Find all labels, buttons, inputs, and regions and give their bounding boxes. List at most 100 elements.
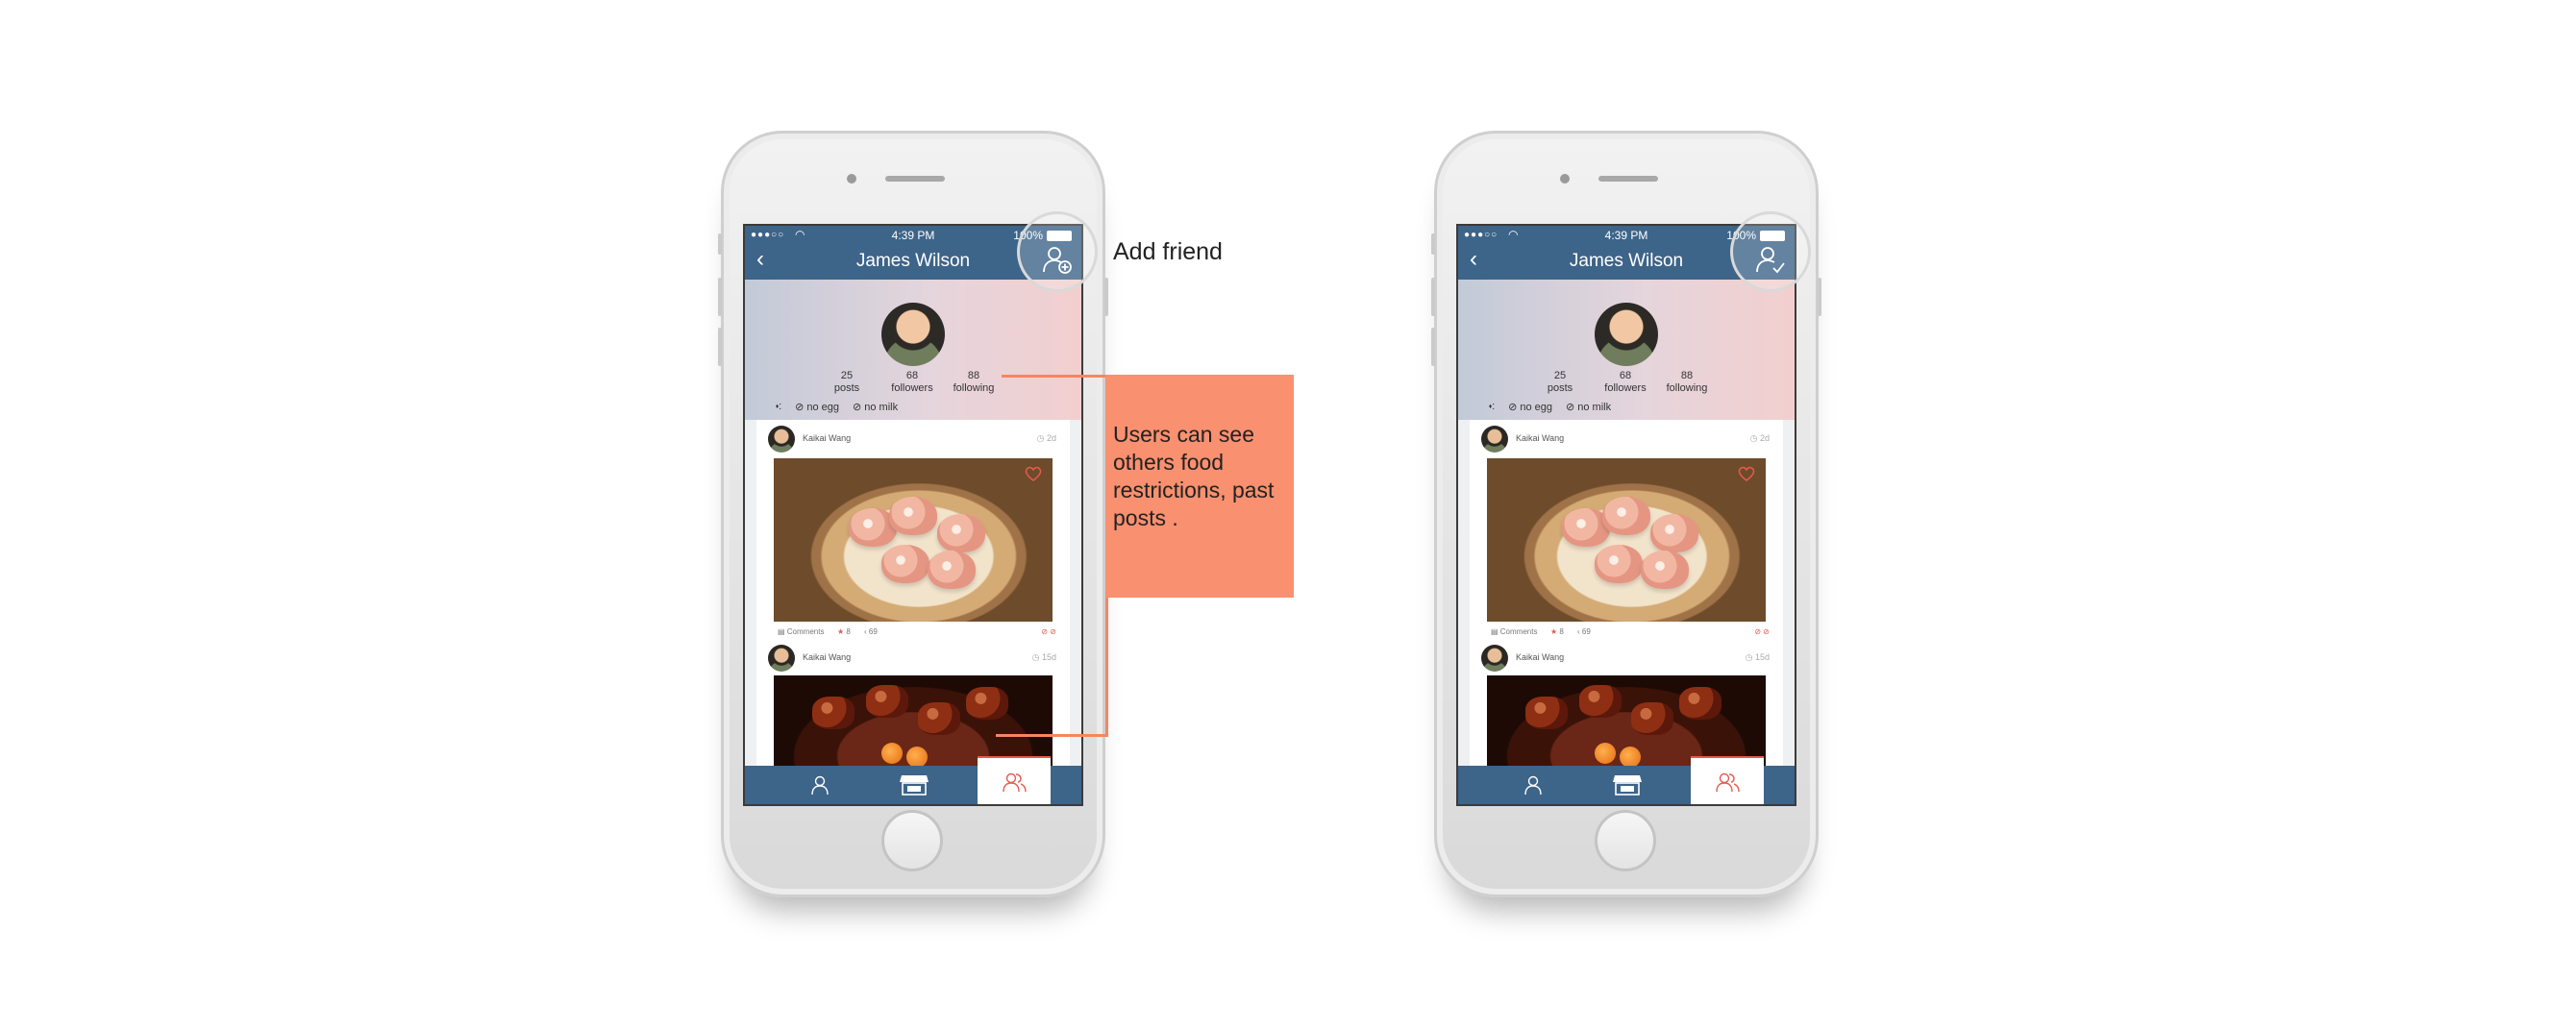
post-restriction-icons: ⊘ ⊘ bbox=[1754, 627, 1770, 636]
comments-button[interactable]: ▤ Comments bbox=[1491, 627, 1537, 636]
stat-posts[interactable]: 25 posts bbox=[818, 370, 876, 395]
volume-down-button bbox=[718, 328, 722, 366]
pork-chunk bbox=[812, 697, 855, 729]
stat-following-label: following bbox=[1666, 382, 1708, 394]
restriction-item: ⊘ no milk bbox=[1566, 401, 1611, 413]
author-avatar[interactable] bbox=[768, 645, 795, 672]
shares-text: 69 bbox=[1581, 627, 1591, 636]
comments-button[interactable]: ▤ Comments bbox=[778, 627, 824, 636]
earpiece-speaker bbox=[1598, 176, 1658, 182]
orange-garnish bbox=[906, 747, 928, 766]
home-button[interactable] bbox=[1595, 810, 1656, 871]
tab-bar bbox=[745, 756, 1081, 804]
likes-count[interactable]: ★ 8 bbox=[1550, 627, 1564, 636]
stat-posts-count: 25 bbox=[1553, 370, 1567, 381]
restriction-label: no egg bbox=[1520, 402, 1553, 413]
annotation-leader-line bbox=[1105, 598, 1108, 736]
post-age: ◷ 2d bbox=[1036, 433, 1056, 443]
dumpling bbox=[1595, 545, 1643, 583]
friends-tab[interactable] bbox=[978, 756, 1051, 804]
profile-header: 25 posts 68 followers 88 following ⬪: ⊘ n… bbox=[1458, 280, 1795, 420]
post-age: ◷ 15d bbox=[1031, 652, 1056, 662]
post-photo[interactable] bbox=[1487, 675, 1766, 766]
likes-text: 8 bbox=[1559, 627, 1564, 636]
orange-garnish bbox=[881, 743, 903, 764]
post-photo[interactable] bbox=[1487, 458, 1766, 622]
no-egg-icon: ⊘ bbox=[795, 402, 805, 413]
friends-icon bbox=[1003, 772, 1027, 793]
friends-tab[interactable] bbox=[1691, 756, 1764, 804]
power-button bbox=[1104, 278, 1108, 316]
post-header: Kaikai Wang ◷ 15d bbox=[756, 639, 1070, 674]
store-icon bbox=[900, 775, 929, 796]
profile-tab[interactable] bbox=[783, 766, 856, 804]
post-header: Kaikai Wang ◷ 15d bbox=[1470, 639, 1783, 674]
app-screen: ●●●○○ ◠ 4:39 PM 100% ‹ James Wilson 25 p… bbox=[1456, 224, 1796, 806]
post-author[interactable]: Kaikai Wang bbox=[1516, 433, 1564, 443]
pork-chunk bbox=[1579, 685, 1622, 718]
store-tab[interactable] bbox=[1591, 766, 1664, 804]
volume-up-button bbox=[1431, 278, 1435, 316]
post-age-text: 15d bbox=[1754, 652, 1770, 662]
restriction-item: ⊘ no milk bbox=[853, 401, 898, 413]
stat-following-count: 88 bbox=[1680, 370, 1694, 381]
stat-posts[interactable]: 25 posts bbox=[1531, 370, 1589, 395]
like-heart-icon[interactable] bbox=[1737, 464, 1756, 483]
restriction-item: ⊘ no egg bbox=[795, 401, 839, 413]
post-age-text: 2d bbox=[1046, 433, 1056, 443]
post-author[interactable]: Kaikai Wang bbox=[803, 433, 851, 443]
post-header: Kaikai Wang ◷ 2d bbox=[756, 420, 1070, 454]
author-avatar[interactable] bbox=[768, 426, 795, 453]
shares-count[interactable]: ‹ 69 bbox=[864, 627, 878, 636]
dumpling bbox=[889, 497, 937, 535]
pork-chunk bbox=[1679, 687, 1721, 720]
likes-text: 8 bbox=[846, 627, 851, 636]
stat-following[interactable]: 88 following bbox=[945, 370, 1003, 395]
like-heart-icon[interactable] bbox=[1024, 464, 1043, 483]
profile-avatar[interactable] bbox=[1595, 303, 1658, 366]
stat-following[interactable]: 88 following bbox=[1658, 370, 1716, 395]
post-author[interactable]: Kaikai Wang bbox=[803, 652, 851, 662]
home-button[interactable] bbox=[881, 810, 943, 871]
front-camera bbox=[847, 174, 856, 184]
profile-tab[interactable] bbox=[1497, 766, 1570, 804]
stat-followers[interactable]: 68 followers bbox=[883, 370, 941, 395]
dumpling bbox=[881, 545, 929, 583]
post-age-text: 2d bbox=[1759, 433, 1770, 443]
post-age: ◷ 15d bbox=[1745, 652, 1770, 662]
star-icon: ★ bbox=[1550, 627, 1558, 636]
shares-text: 69 bbox=[868, 627, 878, 636]
stat-followers[interactable]: 68 followers bbox=[1597, 370, 1654, 395]
profile-icon bbox=[811, 775, 829, 796]
author-avatar[interactable] bbox=[1481, 645, 1508, 672]
stat-following-label: following bbox=[953, 382, 995, 394]
annotation-leader-line bbox=[1002, 375, 1107, 378]
no-egg-icon: ⊘ bbox=[1508, 402, 1518, 413]
post-photo[interactable] bbox=[774, 675, 1053, 766]
pork-chunk bbox=[1631, 702, 1673, 735]
store-icon bbox=[1613, 775, 1642, 796]
dumpling bbox=[928, 551, 976, 589]
pork-chunk bbox=[866, 685, 908, 718]
post-author[interactable]: Kaikai Wang bbox=[1516, 652, 1564, 662]
post-photo[interactable] bbox=[774, 458, 1053, 622]
profile-avatar[interactable] bbox=[881, 303, 945, 366]
restriction-label: no egg bbox=[806, 402, 840, 413]
restriction-item: ⊘ no egg bbox=[1508, 401, 1552, 413]
store-tab[interactable] bbox=[878, 766, 951, 804]
share-icon: ‹ bbox=[1577, 627, 1580, 636]
stat-posts-label: posts bbox=[833, 382, 860, 394]
post-age: ◷ 2d bbox=[1749, 433, 1770, 443]
shares-count[interactable]: ‹ 69 bbox=[1577, 627, 1591, 636]
author-avatar[interactable] bbox=[1481, 426, 1508, 453]
post-header: Kaikai Wang ◷ 2d bbox=[1470, 420, 1783, 454]
stat-followers-count: 68 bbox=[905, 370, 919, 381]
restrictions-annotation: Users can see others food restrictions, … bbox=[1105, 375, 1294, 598]
app-screen: ●●●○○ ◠ 4:39 PM 100% ‹ James Wilson 25 p… bbox=[743, 224, 1083, 806]
restriction-label: no milk bbox=[864, 402, 899, 413]
dumpling bbox=[937, 514, 985, 552]
profile-icon bbox=[1524, 775, 1542, 796]
likes-count[interactable]: ★ 8 bbox=[837, 627, 851, 636]
volume-down-button bbox=[1431, 328, 1435, 366]
friend-added-highlight bbox=[1730, 211, 1811, 292]
